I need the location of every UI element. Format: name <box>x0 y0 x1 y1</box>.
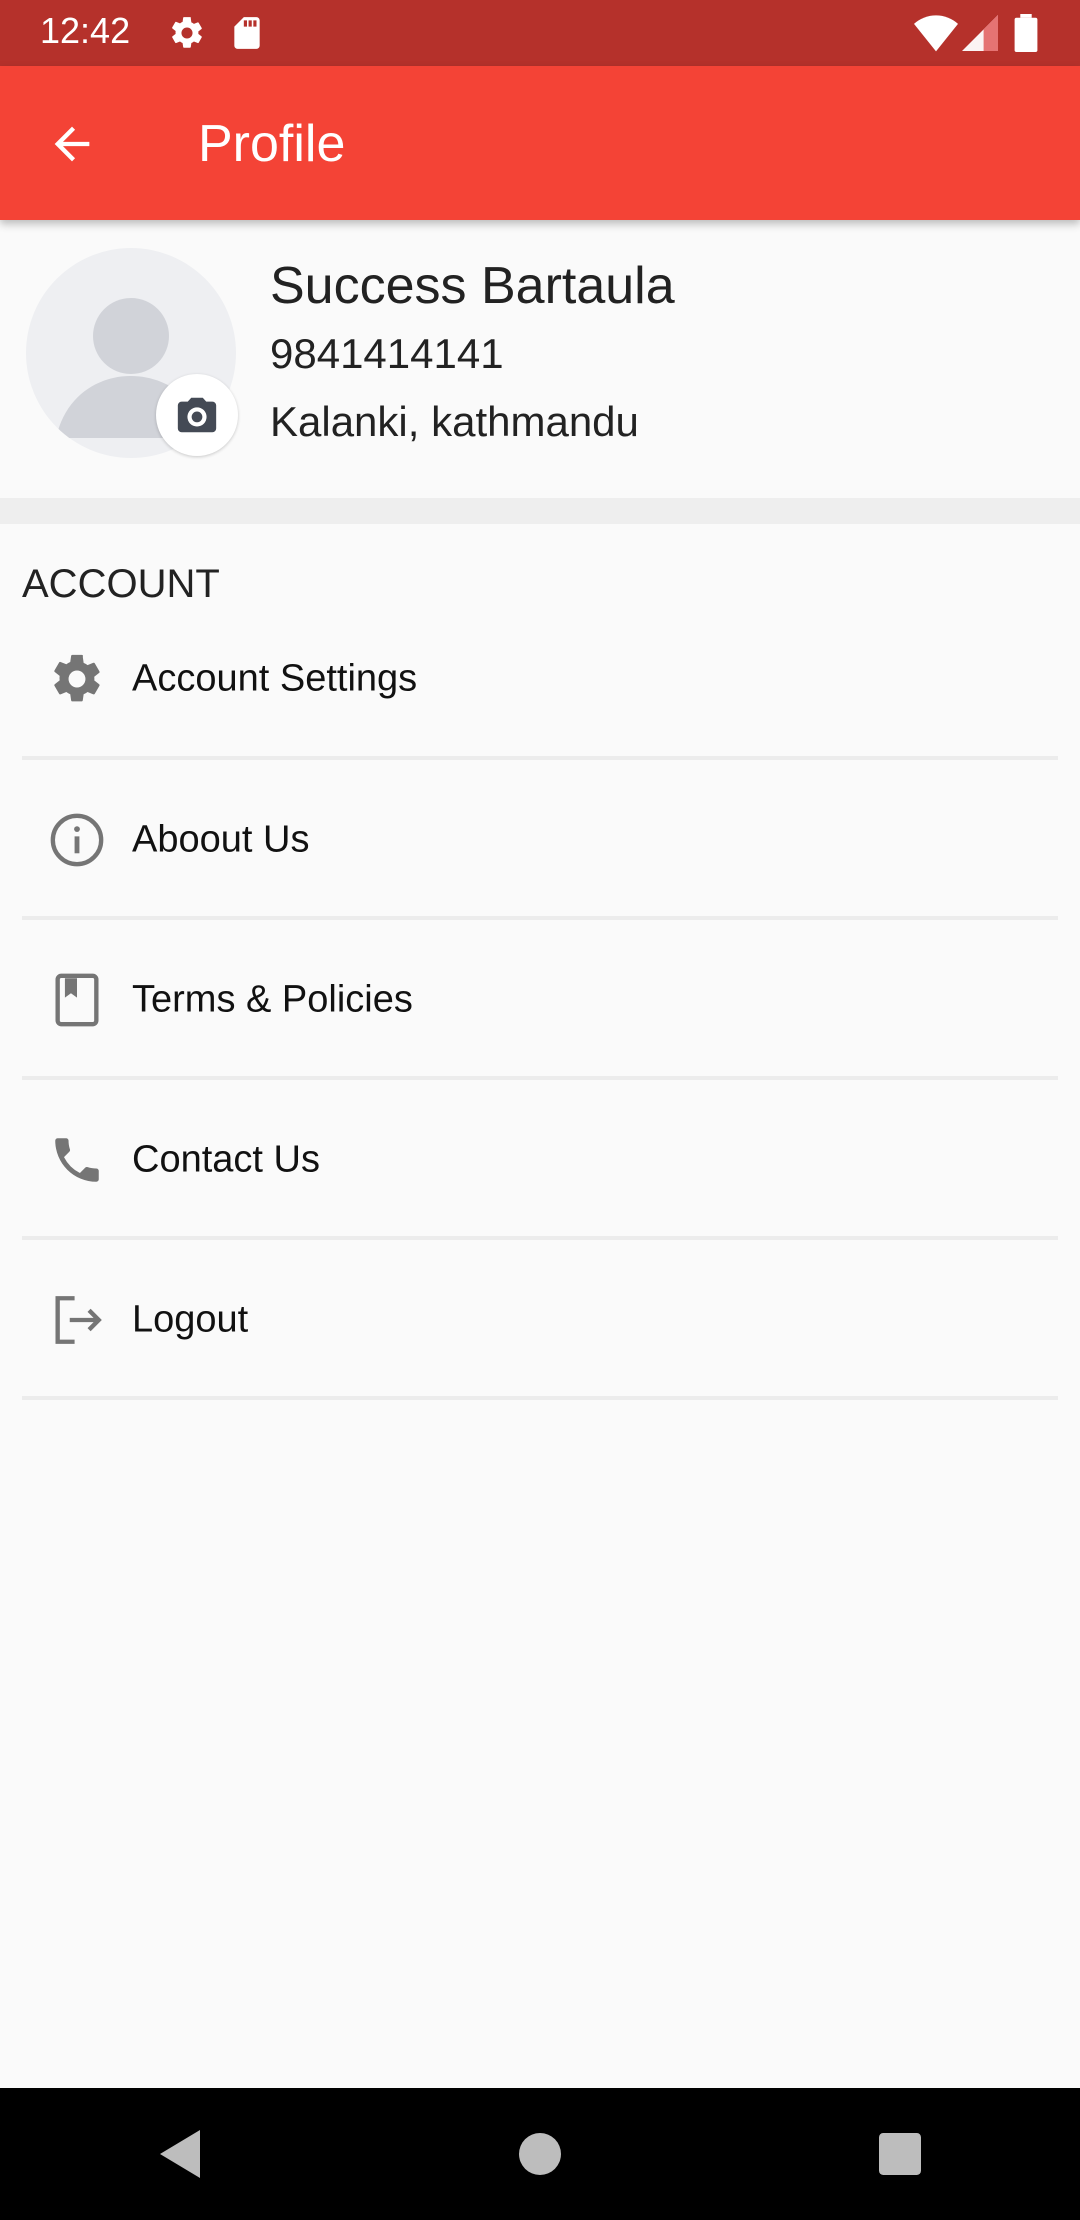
battery-icon <box>1014 14 1038 57</box>
menu-item-label: Terms & Policies <box>132 978 413 1021</box>
profile-name: Success Bartaula <box>270 257 675 315</box>
back-button[interactable] <box>34 106 110 182</box>
signal-icon <box>962 14 998 57</box>
back-triangle-icon <box>160 2130 200 2178</box>
menu-item-contact-us[interactable]: Contact Us <box>0 1080 1080 1240</box>
gear-icon <box>46 648 108 710</box>
info-icon <box>46 809 108 871</box>
menu-item-about-us[interactable]: Aboout Us <box>0 760 1080 920</box>
menu-item-label: Logout <box>132 1298 249 1341</box>
settings-icon <box>168 14 206 57</box>
menu-item-label: Aboout Us <box>132 818 310 861</box>
profile-phone: 9841414141 <box>270 330 504 377</box>
status-bar: 12:42 <box>0 0 1080 66</box>
menu-item-label: Account Settings <box>132 657 418 700</box>
menu-item-label: Contact Us <box>132 1138 320 1181</box>
phone-icon <box>46 1129 108 1191</box>
change-photo-button[interactable] <box>156 374 238 456</box>
home-circle-icon <box>519 2133 561 2175</box>
wifi-icon <box>914 14 958 57</box>
recents-square-icon <box>879 2133 921 2175</box>
camera-icon <box>177 397 217 433</box>
logout-icon <box>46 1289 108 1351</box>
divider <box>22 1396 1058 1400</box>
nav-recents-button[interactable] <box>850 2104 950 2204</box>
profile-address: Kalanki, kathmandu <box>270 398 639 445</box>
nav-home-button[interactable] <box>490 2104 590 2204</box>
menu-item-account-settings[interactable]: Account Settings <box>0 620 1080 760</box>
account-menu: Account Settings Aboout Us Terms & Polic… <box>0 620 1080 1400</box>
system-nav-bar <box>0 2088 1080 2220</box>
section-divider <box>0 498 1080 524</box>
nav-back-button[interactable] <box>130 2104 230 2204</box>
profile-header: Success Bartaula 9841414141 Kalanki, kat… <box>0 220 1080 498</box>
book-icon <box>46 969 108 1031</box>
status-time: 12:42 <box>40 10 131 51</box>
arrow-back-icon <box>54 126 90 162</box>
sd-card-icon <box>230 14 264 57</box>
menu-item-logout[interactable]: Logout <box>0 1240 1080 1400</box>
section-title: ACCOUNT <box>22 562 220 606</box>
app-bar: Profile <box>0 66 1080 220</box>
menu-item-terms-policies[interactable]: Terms & Policies <box>0 920 1080 1080</box>
page-title: Profile <box>198 115 346 173</box>
